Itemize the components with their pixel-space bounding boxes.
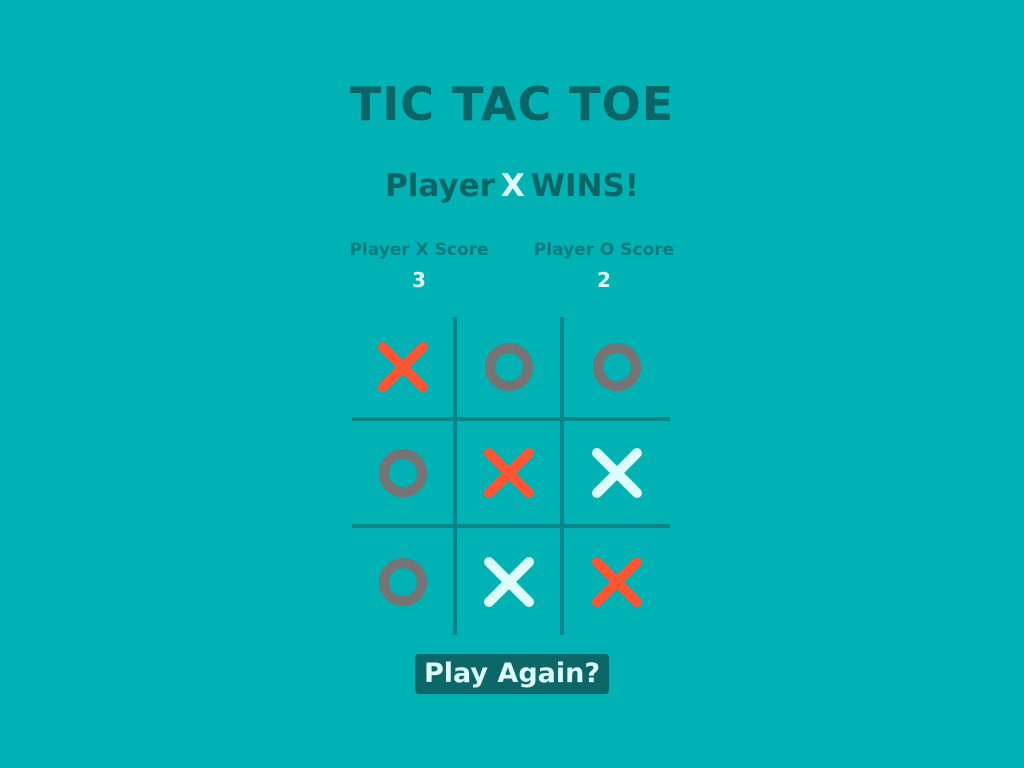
o-mark-icon bbox=[378, 448, 427, 497]
x-mark-icon bbox=[592, 447, 642, 498]
game-board bbox=[352, 317, 672, 637]
board-cell-4[interactable] bbox=[352, 421, 457, 528]
board-cell-1[interactable] bbox=[352, 317, 457, 421]
board-cell-6[interactable] bbox=[564, 421, 670, 528]
o-mark-icon bbox=[484, 343, 533, 391]
status-suffix: WINS! bbox=[530, 168, 639, 204]
player-x-score: Player X Score 3 bbox=[329, 238, 509, 298]
x-mark-icon bbox=[483, 447, 534, 498]
board-cell-7[interactable] bbox=[352, 528, 457, 635]
game-status: Player X WINS! bbox=[0, 164, 1024, 208]
play-again-button[interactable]: Play Again? bbox=[415, 654, 609, 694]
scoreboard: Player X Score 3 Player O Score 2 bbox=[0, 238, 1024, 298]
x-mark-icon bbox=[592, 556, 642, 607]
x-mark-icon bbox=[377, 342, 428, 392]
o-mark-icon bbox=[593, 343, 641, 391]
board-cell-2[interactable] bbox=[457, 317, 564, 421]
game-title: TIC TAC TOE bbox=[349, 77, 675, 131]
board-cell-3[interactable] bbox=[564, 317, 670, 421]
x-mark-icon bbox=[483, 556, 534, 607]
o-mark-icon bbox=[378, 557, 427, 606]
player-x-score-label: Player X Score bbox=[349, 240, 489, 260]
board-cell-5[interactable] bbox=[457, 421, 564, 528]
player-x-score-value: 3 bbox=[412, 268, 426, 292]
tic-tac-toe-app: TIC TAC TOE Player X WINS! Player X Score … bbox=[0, 0, 1024, 768]
player-o-score: Player O Score 2 bbox=[514, 238, 694, 298]
status-winner-mark: X bbox=[500, 168, 525, 204]
board-cell-9[interactable] bbox=[564, 528, 670, 635]
player-o-score-value: 2 bbox=[597, 268, 611, 292]
board-cell-8[interactable] bbox=[457, 528, 564, 635]
status-prefix: Player bbox=[385, 168, 495, 204]
player-o-score-label: Player O Score bbox=[533, 240, 675, 260]
